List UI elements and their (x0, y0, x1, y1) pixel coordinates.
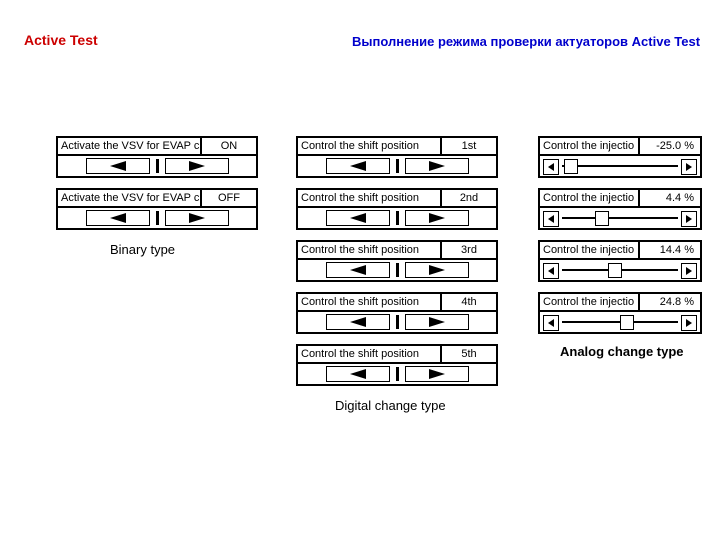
slider-dec-button[interactable] (543, 211, 559, 227)
digital-value: 4th (442, 294, 496, 310)
analog-panel: Control the injectio 4.4 % (538, 188, 702, 230)
section-digital-label: Digital change type (335, 398, 446, 413)
digital-panel: Control the shift position 3rd (296, 240, 498, 282)
prev-button[interactable] (326, 314, 390, 330)
divider-icon (156, 211, 159, 225)
prev-button[interactable] (326, 366, 390, 382)
triangle-right-icon (429, 265, 445, 275)
digital-panel: Control the shift position 5th (296, 344, 498, 386)
triangle-left-icon (350, 213, 366, 223)
analog-panel: Control the injectio -25.0 % (538, 136, 702, 178)
slider-inc-button[interactable] (681, 315, 697, 331)
section-binary-label: Binary type (110, 242, 175, 257)
slider-track[interactable] (562, 217, 678, 219)
slider-thumb[interactable] (564, 159, 578, 174)
analog-panel: Control the injectio 14.4 % (538, 240, 702, 282)
prev-button[interactable] (326, 210, 390, 226)
slider-track[interactable] (562, 165, 678, 167)
binary-panel-off: Activate the VSV for EVAP c OFF (56, 188, 258, 230)
analog-panel: Control the injectio 24.8 % (538, 292, 702, 334)
divider-icon (396, 315, 399, 329)
digital-value: 2nd (442, 190, 496, 206)
digital-label: Control the shift position (298, 294, 442, 310)
analog-label: Control the injectio (540, 242, 640, 258)
slider-dec-button[interactable] (543, 263, 559, 279)
arrow-left-icon (548, 215, 554, 223)
digital-label: Control the shift position (298, 242, 442, 258)
slider-thumb[interactable] (608, 263, 622, 278)
next-button[interactable] (405, 158, 469, 174)
analog-value: 4.4 % (640, 190, 700, 206)
slider-inc-button[interactable] (681, 159, 697, 175)
divider-icon (396, 159, 399, 173)
slider-thumb[interactable] (595, 211, 609, 226)
digital-panel: Control the shift position 2nd (296, 188, 498, 230)
divider-icon (156, 159, 159, 173)
divider-icon (396, 211, 399, 225)
binary-panel-on: Activate the VSV for EVAP c ON (56, 136, 258, 178)
binary-value: OFF (202, 190, 256, 206)
analog-value: 14.4 % (640, 242, 700, 258)
digital-panel: Control the shift position 1st (296, 136, 498, 178)
next-button[interactable] (405, 210, 469, 226)
next-button[interactable] (165, 158, 229, 174)
next-button[interactable] (165, 210, 229, 226)
triangle-right-icon (429, 161, 445, 171)
digital-value: 3rd (442, 242, 496, 258)
arrow-left-icon (548, 163, 554, 171)
triangle-right-icon (189, 161, 205, 171)
triangle-left-icon (110, 213, 126, 223)
slider-inc-button[interactable] (681, 263, 697, 279)
triangle-left-icon (350, 317, 366, 327)
digital-label: Control the shift position (298, 346, 442, 362)
slider-inc-button[interactable] (681, 211, 697, 227)
triangle-right-icon (429, 369, 445, 379)
binary-label: Activate the VSV for EVAP c (58, 190, 202, 206)
triangle-right-icon (429, 317, 445, 327)
triangle-left-icon (110, 161, 126, 171)
triangle-left-icon (350, 369, 366, 379)
page-title-right: Выполнение режима проверки актуаторов Ac… (352, 34, 700, 49)
slider-thumb[interactable] (620, 315, 634, 330)
arrow-right-icon (686, 215, 692, 223)
page-title-left: Active Test (24, 32, 98, 48)
prev-button[interactable] (86, 158, 150, 174)
analog-value: 24.8 % (640, 294, 700, 310)
slider-dec-button[interactable] (543, 159, 559, 175)
binary-value: ON (202, 138, 256, 154)
digital-label: Control the shift position (298, 138, 442, 154)
triangle-right-icon (429, 213, 445, 223)
arrow-right-icon (686, 163, 692, 171)
arrow-left-icon (548, 319, 554, 327)
triangle-left-icon (350, 161, 366, 171)
binary-label: Activate the VSV for EVAP c (58, 138, 202, 154)
digital-panel: Control the shift position 4th (296, 292, 498, 334)
analog-label: Control the injectio (540, 138, 640, 154)
digital-value: 5th (442, 346, 496, 362)
analog-label: Control the injectio (540, 294, 640, 310)
divider-icon (396, 367, 399, 381)
prev-button[interactable] (326, 158, 390, 174)
next-button[interactable] (405, 262, 469, 278)
prev-button[interactable] (86, 210, 150, 226)
arrow-right-icon (686, 267, 692, 275)
next-button[interactable] (405, 366, 469, 382)
triangle-right-icon (189, 213, 205, 223)
arrow-left-icon (548, 267, 554, 275)
digital-value: 1st (442, 138, 496, 154)
triangle-left-icon (350, 265, 366, 275)
arrow-right-icon (686, 319, 692, 327)
slider-dec-button[interactable] (543, 315, 559, 331)
prev-button[interactable] (326, 262, 390, 278)
divider-icon (396, 263, 399, 277)
digital-label: Control the shift position (298, 190, 442, 206)
section-analog-label: Analog change type (560, 344, 684, 359)
analog-value: -25.0 % (640, 138, 700, 154)
next-button[interactable] (405, 314, 469, 330)
analog-label: Control the injectio (540, 190, 640, 206)
